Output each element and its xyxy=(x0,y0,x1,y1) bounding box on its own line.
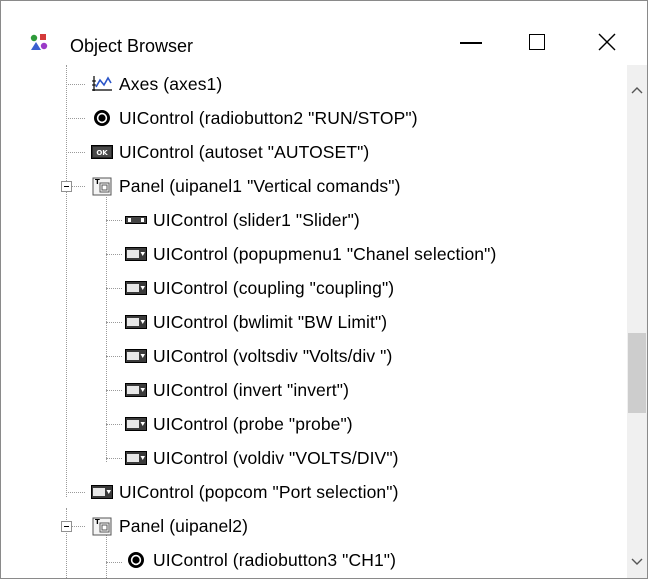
radiobutton-icon xyxy=(125,550,147,570)
panel-icon: T xyxy=(91,516,113,536)
tree-line xyxy=(66,508,67,578)
tree-item-label: UIControl (coupling "coupling") xyxy=(153,277,395,298)
axes-icon xyxy=(91,74,113,94)
popupmenu-icon xyxy=(125,380,147,400)
tree-item-invert[interactable]: UIControl (invert "invert") xyxy=(125,373,349,407)
popupmenu-icon xyxy=(125,278,147,298)
tree-item-label: UIControl (invert "invert") xyxy=(153,379,350,400)
object-tree[interactable]: Axes (axes1) UIControl (radiobutton2 "RU… xyxy=(1,65,627,578)
tree-item-label: UIControl (slider1 "Slider") xyxy=(153,209,360,230)
tree-line xyxy=(106,356,122,357)
tree-item-uipanel2[interactable]: T Panel (uipanel2) xyxy=(91,509,248,543)
tree-line xyxy=(106,424,122,425)
tree-line xyxy=(72,526,85,527)
tree-line xyxy=(66,65,67,497)
tree-item-label: UIControl (bwlimit "BW Limit") xyxy=(153,311,388,332)
tree-item-popupmenu1[interactable]: UIControl (popupmenu1 "Chanel selection"… xyxy=(125,237,496,271)
maximize-icon xyxy=(529,34,545,50)
popupmenu-icon xyxy=(125,414,147,434)
scroll-up-button[interactable] xyxy=(627,79,647,101)
tree-line xyxy=(106,288,122,289)
tree-item-radiobutton3[interactable]: UIControl (radiobutton3 "CH1") xyxy=(125,543,396,577)
svg-text:T: T xyxy=(95,178,100,186)
tree-item-label: UIControl (voltsdiv "Volts/div ") xyxy=(153,345,393,366)
popupmenu-icon xyxy=(125,312,147,332)
tree-item-label: UIControl (popupmenu1 "Chanel selection"… xyxy=(153,243,497,264)
tree-line xyxy=(66,118,85,119)
collapse-toggle-uipanel2[interactable] xyxy=(61,521,72,532)
panel-icon: T xyxy=(91,176,113,196)
tree-item-probe[interactable]: UIControl (probe "probe") xyxy=(125,407,353,441)
popupmenu-icon xyxy=(125,448,147,468)
tree-item-slider1[interactable]: UIControl (slider1 "Slider") xyxy=(125,203,360,237)
object-browser-window: Object Browser Axes (axes1) UIControl (r… xyxy=(0,0,648,579)
title-bar[interactable]: Object Browser xyxy=(1,1,647,65)
tree-line xyxy=(106,562,122,563)
tree-line xyxy=(106,322,122,323)
tree-item-label: UIControl (autoset "AUTOSET") xyxy=(119,141,370,162)
tree-item-label: Axes (axes1) xyxy=(119,73,223,94)
tree-item-label: UIControl (radiobutton2 "RUN/STOP") xyxy=(119,107,418,128)
scroll-down-button[interactable] xyxy=(627,551,647,573)
tree-item-label: UIControl (popcom "Port selection") xyxy=(119,481,399,502)
minimize-button[interactable] xyxy=(439,19,503,65)
tree-line xyxy=(106,458,122,459)
popupmenu-icon xyxy=(91,482,113,502)
tree-item-popcom[interactable]: UIControl (popcom "Port selection") xyxy=(91,475,399,509)
tree-item-label: UIControl (radiobutton3 "CH1") xyxy=(153,549,397,570)
maximize-button[interactable] xyxy=(505,19,569,65)
tree-line xyxy=(66,152,85,153)
scroll-thumb[interactable] xyxy=(628,333,646,413)
close-button[interactable] xyxy=(575,19,639,65)
vertical-scrollbar[interactable] xyxy=(627,65,647,578)
tree-item-voldiv[interactable]: UIControl (voldiv "VOLTS/DIV") xyxy=(125,441,399,475)
tree-item-radiobutton2[interactable]: UIControl (radiobutton2 "RUN/STOP") xyxy=(91,101,418,135)
collapse-toggle-uipanel1[interactable] xyxy=(61,181,72,192)
tree-item-uipanel1[interactable]: T Panel (uipanel1 "Vertical comands") xyxy=(91,169,401,203)
tree-line xyxy=(72,186,85,187)
tree-item-label: Panel (uipanel1 "Vertical comands") xyxy=(119,175,401,196)
object-browser-icon xyxy=(29,32,51,52)
minimize-icon xyxy=(460,42,482,44)
scroll-up-arrow-icon xyxy=(631,87,643,94)
tree-item-label: Panel (uipanel2) xyxy=(119,515,249,536)
tree-item-voltsdiv[interactable]: UIControl (voltsdiv "Volts/div ") xyxy=(125,339,392,373)
slider-icon xyxy=(125,210,147,230)
tree-line xyxy=(106,220,122,221)
tree-line xyxy=(106,390,122,391)
tree-item-autoset[interactable]: OK UIControl (autoset "AUTOSET") xyxy=(91,135,369,169)
radiobutton-icon xyxy=(91,108,113,128)
tree-line xyxy=(106,197,107,462)
tree-item-bwlimit[interactable]: UIControl (bwlimit "BW Limit") xyxy=(125,305,387,339)
pushbutton-icon: OK xyxy=(91,142,113,162)
tree-line xyxy=(66,84,85,85)
popupmenu-icon xyxy=(125,346,147,366)
tree-item-label: UIControl (voldiv "VOLTS/DIV") xyxy=(153,447,399,468)
scroll-down-arrow-icon xyxy=(631,558,643,565)
tree-item-coupling[interactable]: UIControl (coupling "coupling") xyxy=(125,271,394,305)
close-icon xyxy=(598,33,616,51)
window-title: Object Browser xyxy=(70,36,194,56)
tree-item-label: UIControl (probe "probe") xyxy=(153,413,353,434)
tree-line xyxy=(106,254,122,255)
popupmenu-icon xyxy=(125,244,147,264)
svg-text:OK: OK xyxy=(96,149,108,157)
tree-line xyxy=(66,492,85,493)
tree-item-axes1[interactable]: Axes (axes1) xyxy=(91,67,222,101)
svg-text:T: T xyxy=(95,518,100,526)
